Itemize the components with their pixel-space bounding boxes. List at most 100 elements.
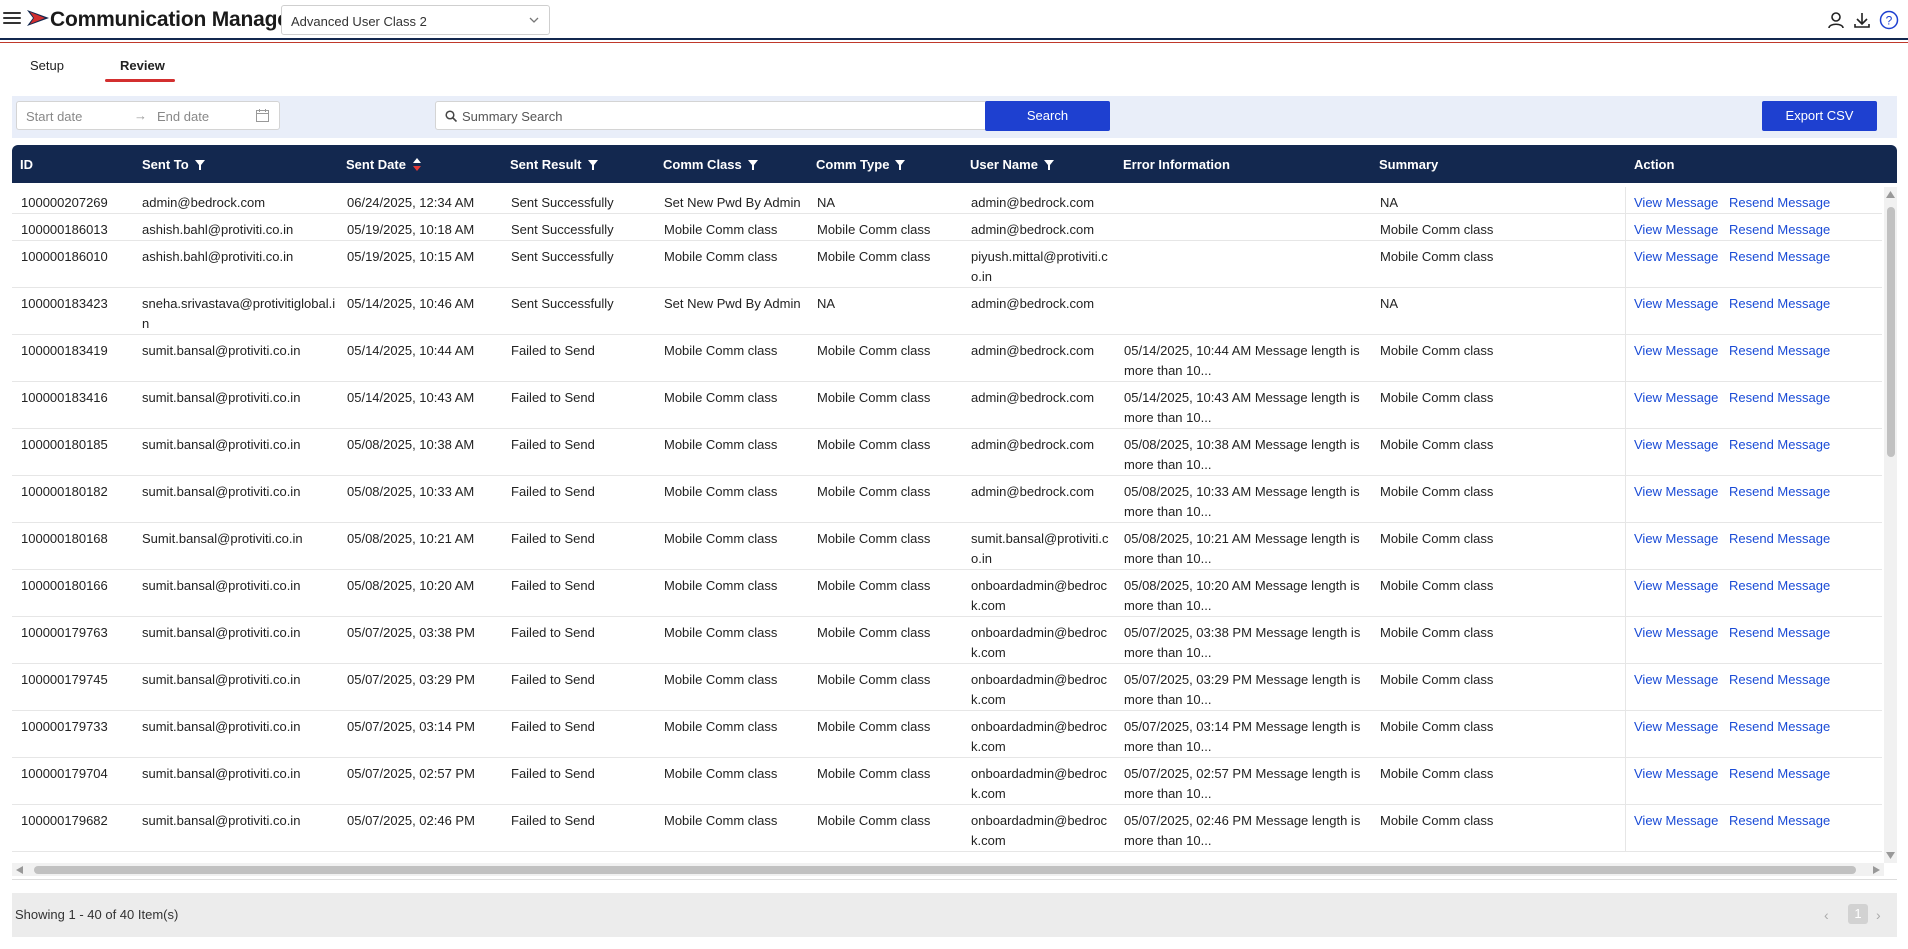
menu-icon[interactable] xyxy=(3,9,21,29)
summary-search-input[interactable] xyxy=(462,106,992,126)
filter-icon[interactable] xyxy=(895,160,906,170)
table-row[interactable]: 100000179763 sumit.bansal@protiviti.co.in… xyxy=(12,617,1882,664)
start-date-input[interactable]: Start date xyxy=(26,109,82,124)
table-row[interactable]: 100000179682 sumit.bansal@protiviti.co.in… xyxy=(12,805,1882,852)
resend-message-link[interactable]: Resend Message xyxy=(1729,811,1830,831)
column-header-error-information[interactable]: Error Information xyxy=(1123,157,1230,172)
cell-sent-date: 05/08/2025, 10:20 AM xyxy=(347,578,475,593)
view-message-link[interactable]: View Message xyxy=(1634,220,1718,240)
view-message-link[interactable]: View Message xyxy=(1634,294,1718,314)
table-row[interactable]: 100000186013 ashish.bahl@protiviti.co.in 0… xyxy=(12,214,1882,241)
table-row[interactable]: 100000183419 sumit.bansal@protiviti.co.in… xyxy=(12,335,1882,382)
cell-user-name: admin@bedrock.com xyxy=(971,195,1095,210)
resend-message-link[interactable]: Resend Message xyxy=(1729,482,1830,502)
filter-icon[interactable] xyxy=(1043,160,1054,170)
horizontal-scroll-thumb[interactable] xyxy=(34,866,1856,874)
column-header-action[interactable]: Action xyxy=(1634,157,1674,172)
resend-message-link[interactable]: Resend Message xyxy=(1729,435,1830,455)
cell-summary: NA xyxy=(1380,296,1399,311)
help-icon[interactable]: ? xyxy=(1879,10,1899,30)
action-column-divider xyxy=(1625,805,1626,851)
previous-page-icon[interactable]: ‹ xyxy=(1824,907,1829,923)
table-row[interactable]: 100000179745 sumit.bansal@protiviti.co.in… xyxy=(12,664,1882,711)
filter-icon[interactable] xyxy=(747,160,758,170)
summary-search-box[interactable] xyxy=(435,101,1003,130)
cell-comm-class: Mobile Comm class xyxy=(664,484,778,499)
scroll-right-icon[interactable] xyxy=(1873,866,1880,874)
scroll-left-icon[interactable] xyxy=(16,866,23,874)
cell-sent-to: sumit.bansal@protiviti.co.in xyxy=(142,719,301,734)
cell-sent-to: sumit.bansal@protiviti.co.in xyxy=(142,625,301,640)
cell-comm-type: Mobile Comm class xyxy=(817,390,931,405)
table-row[interactable]: 100000207269 admin@bedrock.com 06/24/2025,… xyxy=(12,187,1882,214)
horizontal-scrollbar[interactable] xyxy=(12,863,1884,876)
table-row[interactable]: 100000186010 ashish.bahl@protiviti.co.in 0… xyxy=(12,241,1882,288)
view-message-link[interactable]: View Message xyxy=(1634,193,1718,213)
resend-message-link[interactable]: Resend Message xyxy=(1729,220,1830,240)
calendar-icon[interactable] xyxy=(256,109,269,122)
tab-review[interactable]: Review xyxy=(120,58,165,73)
next-page-icon[interactable]: › xyxy=(1876,907,1881,923)
class-select-value: Advanced User Class 2 xyxy=(291,14,427,29)
resend-message-link[interactable]: Resend Message xyxy=(1729,341,1830,361)
column-header-comm-type[interactable]: Comm Type xyxy=(816,157,906,172)
view-message-link[interactable]: View Message xyxy=(1634,435,1718,455)
column-header-sent-date[interactable]: Sent Date xyxy=(346,157,421,172)
user-icon[interactable] xyxy=(1826,10,1846,30)
view-message-link[interactable]: View Message xyxy=(1634,341,1718,361)
cell-sent-date: 05/07/2025, 03:38 PM xyxy=(347,625,475,640)
table-row[interactable]: 100000180185 sumit.bansal@protiviti.co.in… xyxy=(12,429,1882,476)
view-message-link[interactable]: View Message xyxy=(1634,529,1718,549)
resend-message-link[interactable]: Resend Message xyxy=(1729,670,1830,690)
filter-icon[interactable] xyxy=(194,160,205,170)
table-row[interactable]: 100000180182 sumit.bansal@protiviti.co.in… xyxy=(12,476,1882,523)
resend-message-link[interactable]: Resend Message xyxy=(1729,717,1830,737)
table-row[interactable]: 100000180168 Sumit.bansal@protiviti.co.in… xyxy=(12,523,1882,570)
view-message-link[interactable]: View Message xyxy=(1634,717,1718,737)
class-select-dropdown[interactable]: Advanced User Class 2 xyxy=(281,5,550,35)
column-header-user-name[interactable]: User Name xyxy=(970,157,1054,172)
view-message-link[interactable]: View Message xyxy=(1634,576,1718,596)
resend-message-link[interactable]: Resend Message xyxy=(1729,193,1830,213)
scroll-up-icon[interactable] xyxy=(1886,191,1895,198)
table-row[interactable]: 100000179704 sumit.bansal@protiviti.co.in… xyxy=(12,758,1882,805)
table-row[interactable]: 100000183416 sumit.bansal@protiviti.co.in… xyxy=(12,382,1882,429)
tab-setup[interactable]: Setup xyxy=(30,58,64,73)
page-number-button[interactable]: 1 xyxy=(1848,904,1868,924)
scroll-down-icon[interactable] xyxy=(1886,852,1895,859)
resend-message-link[interactable]: Resend Message xyxy=(1729,388,1830,408)
download-icon[interactable] xyxy=(1852,10,1872,30)
resend-message-link[interactable]: Resend Message xyxy=(1729,764,1830,784)
column-header-sent-to[interactable]: Sent To xyxy=(142,157,205,172)
resend-message-link[interactable]: Resend Message xyxy=(1729,529,1830,549)
resend-message-link[interactable]: Resend Message xyxy=(1729,576,1830,596)
column-header-id[interactable]: ID xyxy=(20,157,33,172)
resend-message-link[interactable]: Resend Message xyxy=(1729,294,1830,314)
view-message-link[interactable]: View Message xyxy=(1634,811,1718,831)
view-message-link[interactable]: View Message xyxy=(1634,247,1718,267)
cell-summary: Mobile Comm class xyxy=(1380,719,1494,734)
table-row[interactable]: 100000179733 sumit.bansal@protiviti.co.in… xyxy=(12,711,1882,758)
column-header-comm-class[interactable]: Comm Class xyxy=(663,157,758,172)
resend-message-link[interactable]: Resend Message xyxy=(1729,623,1830,643)
table-row[interactable]: 100000183423 sneha.srivastava@protivitigl… xyxy=(12,288,1882,335)
view-message-link[interactable]: View Message xyxy=(1634,764,1718,784)
sort-icon[interactable] xyxy=(412,158,421,171)
cell-sent-to: ashish.bahl@protiviti.co.in xyxy=(142,222,294,237)
column-header-summary[interactable]: Summary xyxy=(1379,157,1438,172)
cell-user-name: onboardadmin@bedrock.com xyxy=(971,625,1108,660)
date-range-picker[interactable]: Start date → End date xyxy=(16,101,280,130)
column-header-sent-result[interactable]: Sent Result xyxy=(510,157,598,172)
view-message-link[interactable]: View Message xyxy=(1634,670,1718,690)
vertical-scroll-thumb[interactable] xyxy=(1887,207,1895,457)
resend-message-link[interactable]: Resend Message xyxy=(1729,247,1830,267)
view-message-link[interactable]: View Message xyxy=(1634,482,1718,502)
search-button[interactable]: Search xyxy=(985,101,1110,131)
export-csv-button[interactable]: Export CSV xyxy=(1762,101,1877,131)
filter-icon[interactable] xyxy=(587,160,598,170)
view-message-link[interactable]: View Message xyxy=(1634,388,1718,408)
end-date-input[interactable]: End date xyxy=(157,109,209,124)
vertical-scrollbar[interactable] xyxy=(1884,187,1897,863)
view-message-link[interactable]: View Message xyxy=(1634,623,1718,643)
table-row[interactable]: 100000180166 sumit.bansal@protiviti.co.in… xyxy=(12,570,1882,617)
